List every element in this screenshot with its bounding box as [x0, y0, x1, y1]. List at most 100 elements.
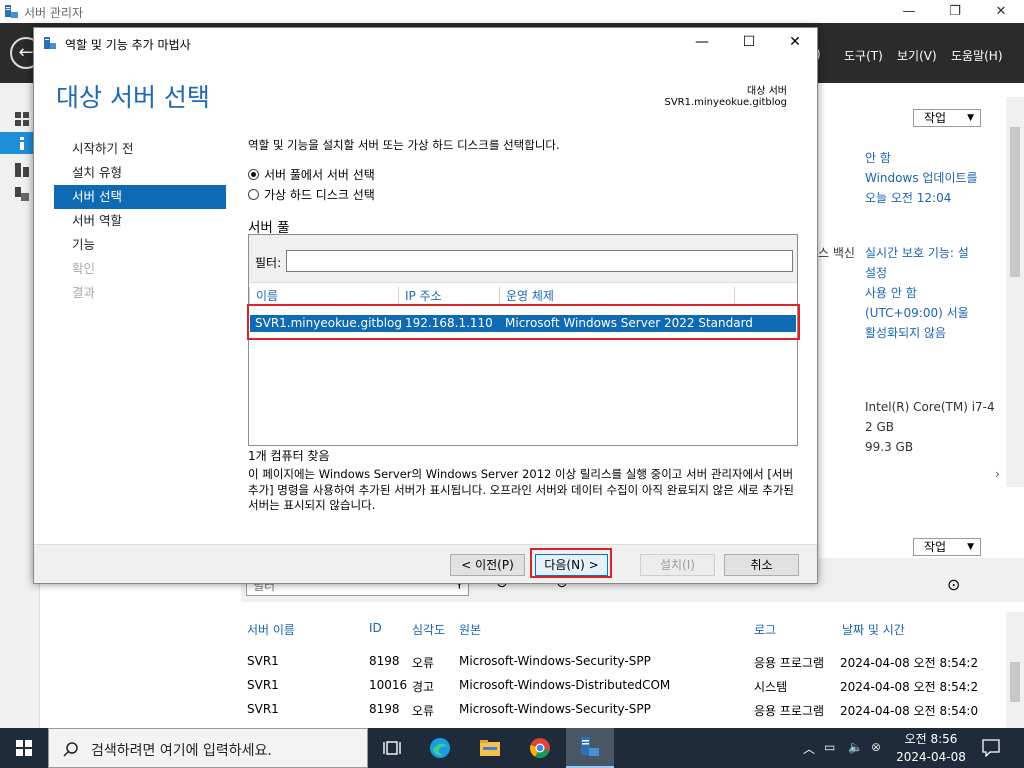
filter-input[interactable] — [286, 250, 793, 272]
scrollbar-thumb[interactable] — [1010, 127, 1020, 277]
property-value[interactable]: 설정 — [865, 264, 887, 281]
minimize-button[interactable]: — — [886, 0, 932, 23]
pool-description: 이 페이지에는 Windows Server의 Windows Server 2… — [248, 467, 794, 512]
property-value: 2 GB — [865, 420, 894, 434]
events-col-id[interactable]: ID — [369, 621, 382, 635]
next-button-highlight — [530, 548, 612, 578]
property-label: 스 백신 — [818, 246, 855, 260]
scrollbar-thumb[interactable] — [1010, 662, 1020, 702]
cancel-button[interactable]: 취소 — [724, 554, 799, 576]
folder-icon — [480, 740, 500, 756]
property-value: Intel(R) Core(TM) i7-4 — [865, 400, 995, 414]
column-divider — [734, 287, 741, 305]
radio-server-pool[interactable]: 서버 풀에서 서버 선택 — [248, 166, 375, 183]
scroll-right-icon[interactable]: › — [995, 467, 1000, 481]
radio-checked-icon — [248, 169, 259, 180]
server-manager-icon — [581, 737, 599, 756]
destination-server-label: 대상 서버 — [747, 86, 787, 97]
start-button[interactable] — [0, 728, 48, 768]
file-storage-icon — [15, 187, 29, 201]
property-value[interactable]: 오늘 오전 12:04 — [865, 189, 951, 206]
edge-button[interactable] — [416, 728, 464, 768]
file-explorer-button[interactable] — [466, 728, 514, 768]
previous-button[interactable]: < 이전(P) — [450, 554, 525, 576]
destination-server-value: SVR1.minyeokue.gitblog — [664, 97, 787, 108]
property-value[interactable]: Windows 업데이트를 — [865, 169, 978, 186]
dropdown-arrow-icon: ▼ — [967, 113, 974, 123]
nav-features[interactable]: 기능 — [54, 233, 226, 257]
column-os[interactable]: 운영 체제 — [499, 287, 554, 305]
taskbar: 검색하려면 여기에 입력하세요. ︿ ▭ 🔈 ⊗ 오전 8:56 2024-04… — [0, 728, 1024, 768]
events-col-source[interactable]: 원본 — [459, 621, 481, 638]
radio-virtual-disk[interactable]: 가상 하드 디스크 선택 — [248, 186, 375, 203]
nav-before-you-begin[interactable]: 시작하기 전 — [54, 137, 226, 161]
property-value: 99.3 GB — [865, 440, 914, 454]
volume-muted-icon: ⊗ — [871, 740, 882, 754]
wizard-icon — [44, 37, 56, 49]
taskbar-clock[interactable]: 오전 8:56 2024-04-08 — [890, 730, 972, 766]
chrome-button[interactable] — [516, 728, 564, 768]
nav-server-selection[interactable]: 서버 선택 — [54, 185, 226, 209]
clock-date: 2024-04-08 — [896, 750, 966, 764]
events-task-dropdown[interactable]: 작업 ▼ — [913, 538, 981, 556]
property-value[interactable]: 안 함 — [865, 149, 891, 166]
vertical-scrollbar[interactable] — [1006, 97, 1024, 487]
maximize-button[interactable]: ❐ — [932, 0, 978, 23]
property-value[interactable]: (UTC+09:00) 서울 — [865, 304, 969, 321]
selected-row-highlight — [247, 304, 800, 340]
main-window-title: 서버 관리자 — [24, 6, 84, 20]
task-view-button[interactable] — [368, 728, 416, 768]
filter-label: 필터: — [255, 256, 282, 270]
info-icon — [20, 137, 24, 150]
server-manager-taskbar-button[interactable] — [566, 728, 614, 768]
filter-bar: 필터: — [249, 235, 797, 283]
chrome-icon — [530, 738, 550, 758]
task-view-icon — [383, 741, 401, 755]
events-scrollbar[interactable] — [1006, 612, 1024, 728]
events-col-datetime[interactable]: 날짜 및 시간 — [842, 621, 905, 638]
volume-icon[interactable]: 🔈 — [848, 740, 863, 754]
task-dropdown[interactable]: 작업 ▼ — [913, 109, 981, 127]
events-col-log[interactable]: 로그 — [754, 621, 776, 638]
page-title: 대상 서버 선택 — [56, 83, 210, 112]
search-placeholder: 검색하려면 여기에 입력하세요. — [91, 743, 272, 759]
server-manager-icon — [5, 5, 18, 18]
show-hidden-icons-chevron-icon[interactable]: ︿ — [803, 740, 815, 757]
server-pool-list: 필터: 이름 IP 주소 운영 체제 SVR1.minyeokue.gitblo… — [248, 234, 798, 446]
computers-found-count: 1개 컴퓨터 찾음 — [248, 449, 330, 463]
add-roles-wizard: 역할 및 기능 추가 마법사 — ☐ ✕ 대상 서버 선택 대상 서버 SVR1… — [33, 27, 818, 584]
wizard-title: 역할 및 기능 추가 마법사 — [65, 38, 191, 52]
taskbar-search[interactable]: 검색하려면 여기에 입력하세요. — [48, 728, 368, 768]
wizard-footer: < 이전(P) 다음(N) > 설치(I) 취소 — [34, 544, 817, 583]
property-value[interactable]: 실시간 보호 기능: 설 — [865, 244, 969, 261]
column-ip[interactable]: IP 주소 — [398, 287, 442, 305]
nav-installation-type[interactable]: 설치 유형 — [54, 161, 226, 185]
wizard-close-button[interactable]: ✕ — [783, 32, 807, 52]
nav-results: 결과 — [72, 285, 96, 300]
property-value[interactable]: 사용 안 함 — [865, 284, 917, 301]
network-icon[interactable]: ▭ — [824, 740, 835, 754]
property-value[interactable]: 활성화되지 않음 — [865, 324, 946, 341]
wizard-maximize-button[interactable]: ☐ — [737, 32, 761, 52]
edge-icon — [430, 738, 450, 758]
close-button[interactable]: ✕ — [978, 0, 1024, 23]
radio-unchecked-icon — [248, 189, 259, 200]
menu-tools[interactable]: 도구(T) — [844, 47, 883, 64]
column-name[interactable]: 이름 — [249, 287, 278, 305]
instruction-text: 역할 및 기능을 설치할 서버 또는 가상 하드 디스크를 선택합니다. — [248, 138, 560, 152]
server-pool-label: 서버 풀 — [248, 220, 290, 236]
notification-center-icon[interactable] — [982, 739, 1000, 757]
expand-chevron-icon[interactable]: ⊙ — [947, 575, 960, 594]
install-button: 설치(I) — [640, 554, 715, 576]
main-title-bar: 서버 관리자 — ❐ ✕ — [0, 0, 1024, 23]
servers-icon — [15, 163, 29, 177]
nav-server-roles[interactable]: 서버 역할 — [54, 209, 226, 233]
wizard-minimize-button[interactable]: — — [690, 32, 714, 52]
events-col-severity[interactable]: 심각도 — [412, 621, 445, 638]
menu-view[interactable]: 보기(V) — [897, 47, 937, 64]
search-icon — [63, 742, 78, 757]
menu-help[interactable]: 도움말(H) — [951, 47, 1003, 64]
events-col-server[interactable]: 서버 이름 — [247, 621, 295, 638]
nav-confirmation: 확인 — [72, 261, 96, 276]
windows-logo-icon — [16, 740, 32, 756]
